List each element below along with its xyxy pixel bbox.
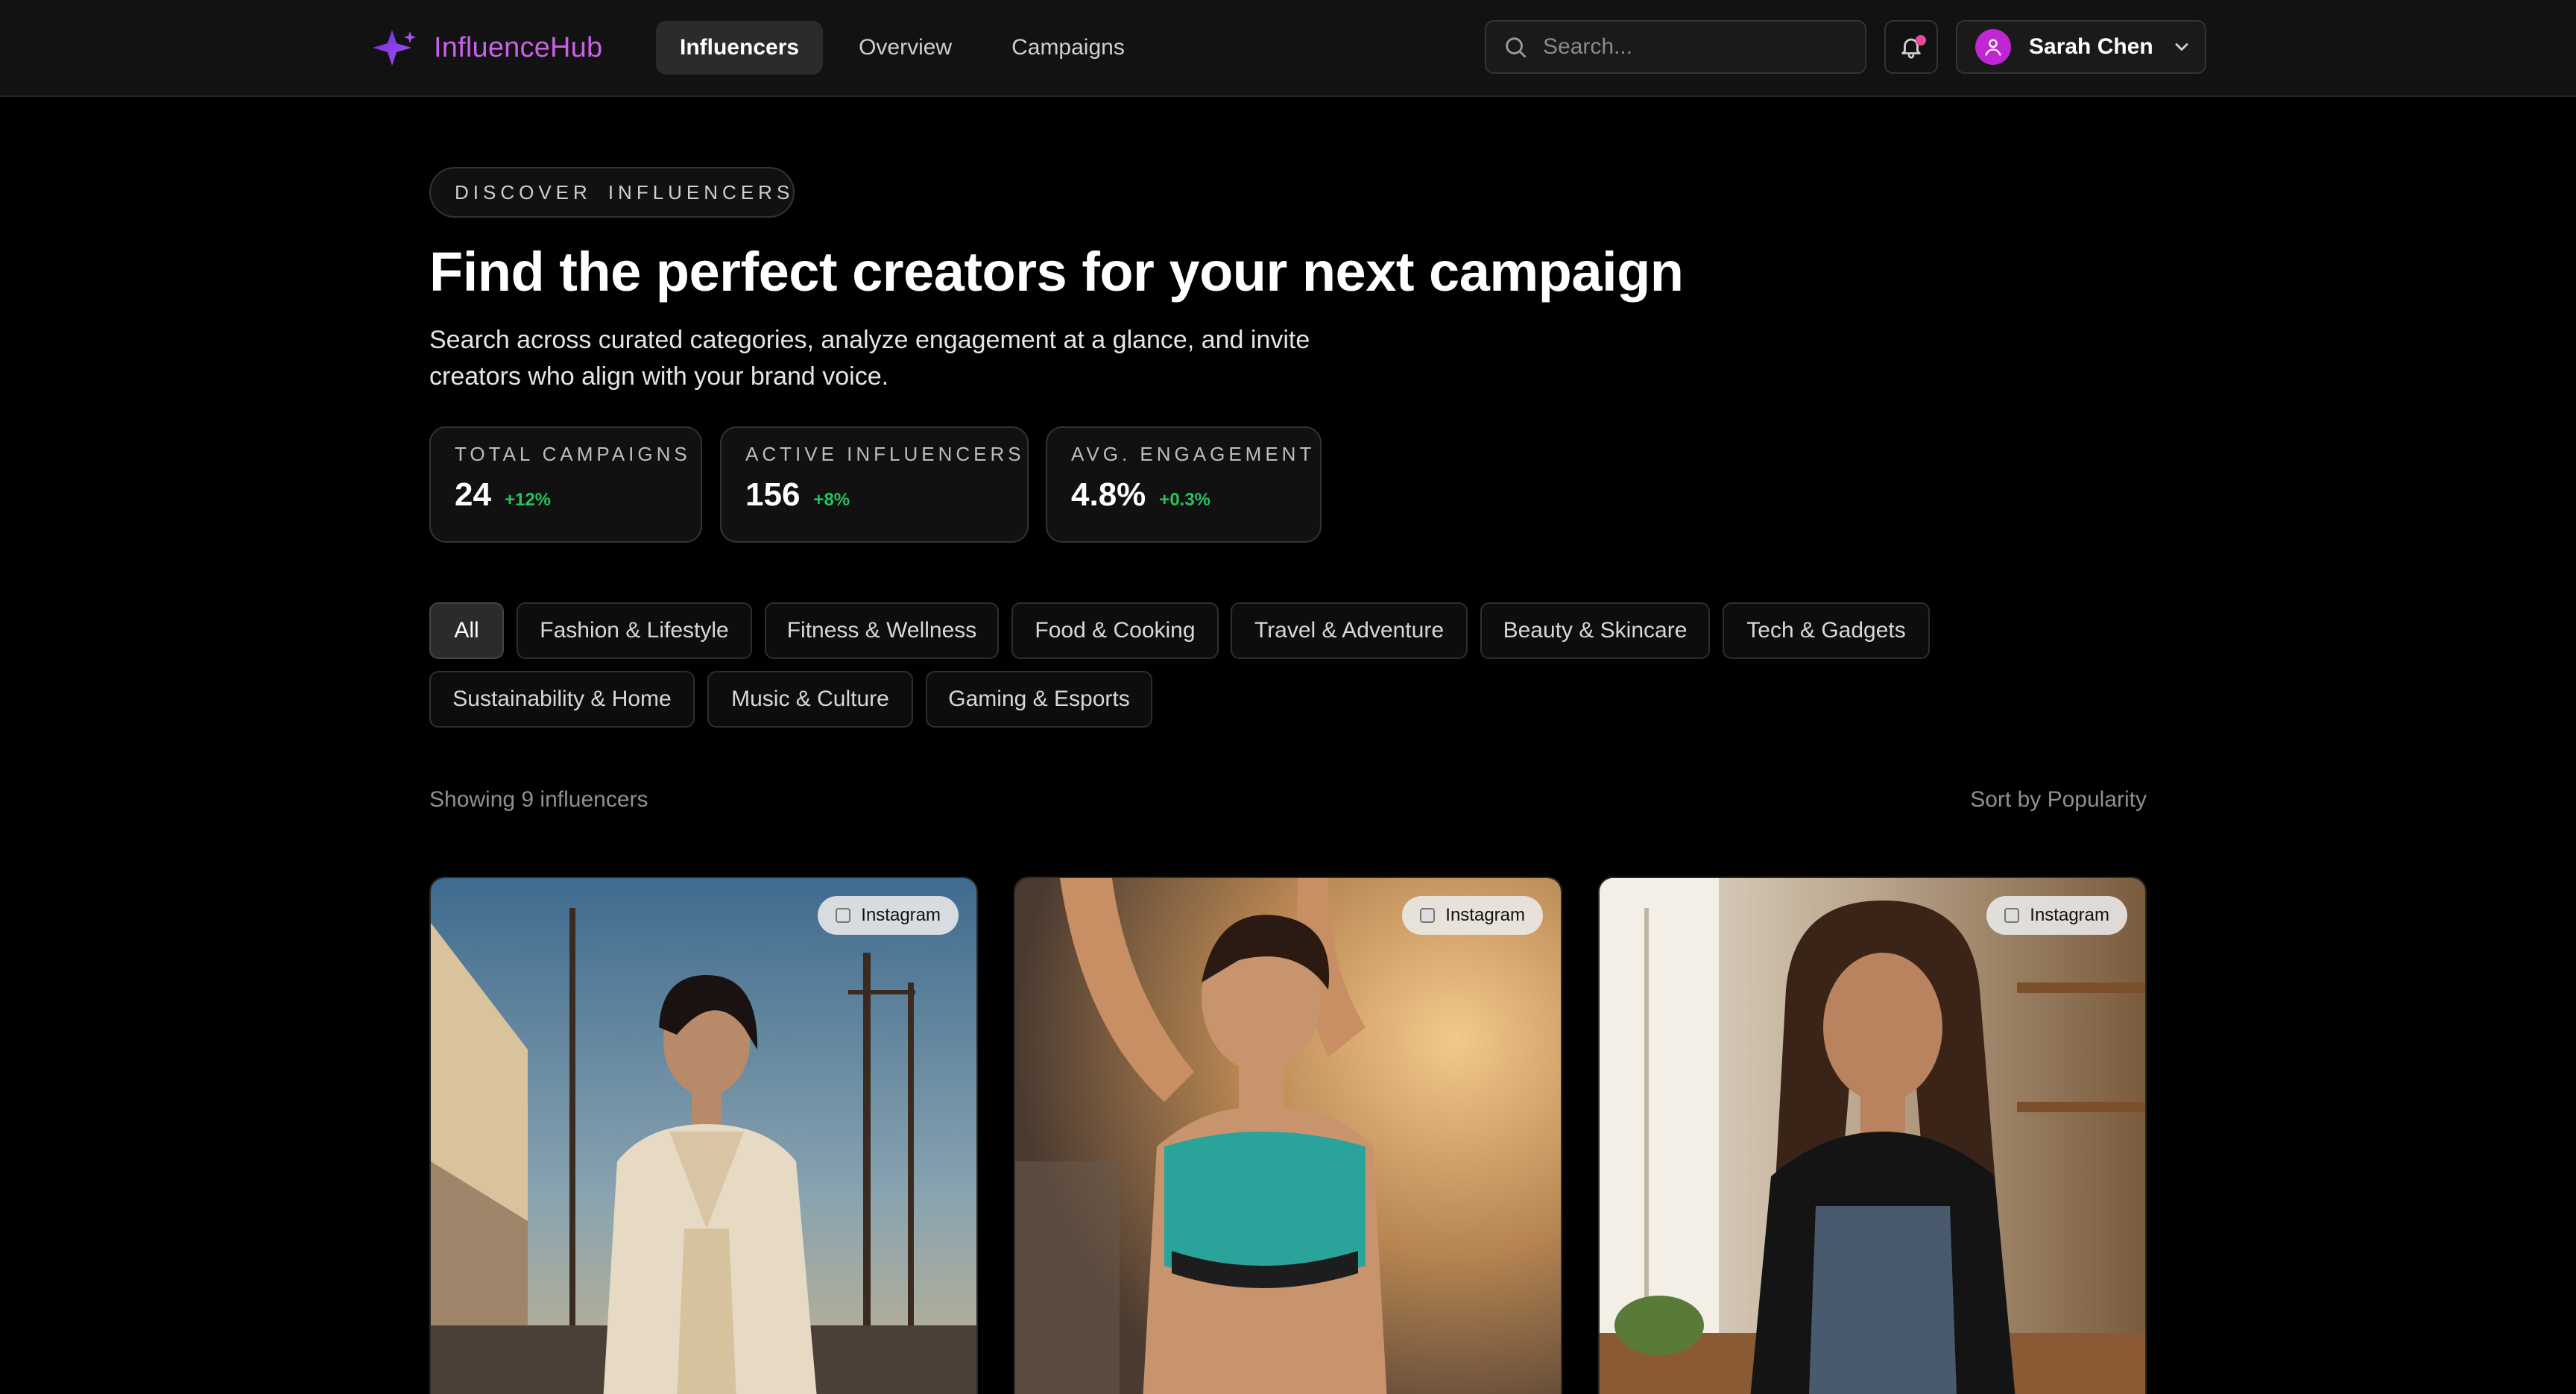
- stat-label: ACTIVE INFLUENCERS: [745, 443, 1025, 465]
- sort-dropdown[interactable]: Sort by Popularity: [1970, 787, 2147, 813]
- main-nav: Influencers Overview Campaigns: [656, 21, 1161, 75]
- influencer-card[interactable]: Instagram: [429, 877, 978, 1394]
- influencer-photo: [1015, 878, 1561, 1394]
- category-chip-travel[interactable]: Travel & Adventure: [1231, 602, 1468, 659]
- category-chip-fashion[interactable]: Fashion & Lifestyle: [517, 602, 752, 659]
- nav-link-campaigns[interactable]: Campaigns: [988, 21, 1149, 75]
- search-box: [1485, 20, 1866, 74]
- stat-label: TOTAL CAMPAIGNS: [455, 443, 691, 465]
- instagram-icon: [2004, 908, 2020, 923]
- stat-delta: +0.3%: [1159, 490, 1211, 510]
- stat-delta: +8%: [813, 490, 850, 510]
- category-chip-tech[interactable]: Tech & Gadgets: [1723, 602, 1930, 659]
- category-chip-sustainability[interactable]: Sustainability & Home: [429, 671, 695, 728]
- category-chip-food[interactable]: Food & Cooking: [1011, 602, 1219, 659]
- brand-name: InfluenceHub: [434, 31, 603, 63]
- influencer-card[interactable]: Instagram: [1598, 877, 2147, 1394]
- sparkle-logo-icon: [373, 30, 416, 66]
- stat-card-active-influencers: ACTIVE INFLUENCERS 156 +8%: [720, 426, 1029, 543]
- platform-badge: Instagram: [1986, 896, 2127, 935]
- instagram-icon: [836, 908, 851, 923]
- user-menu-button[interactable]: Sarah Chen: [1956, 20, 2206, 74]
- notification-dot: [1916, 35, 1926, 45]
- user-icon: [1985, 39, 2001, 56]
- platform-badge: Instagram: [818, 896, 959, 935]
- notifications-button[interactable]: [1884, 20, 1938, 74]
- brand-logo[interactable]: InfluenceHub: [370, 28, 602, 67]
- stat-card-total-campaigns: TOTAL CAMPAIGNS 24 +12%: [429, 426, 702, 543]
- stat-value: 4.8%: [1071, 476, 1146, 513]
- category-chip-fitness[interactable]: Fitness & Wellness: [765, 602, 999, 659]
- category-chip-beauty[interactable]: Beauty & Skincare: [1480, 602, 1710, 659]
- search-input[interactable]: [1543, 34, 1841, 60]
- category-chip-music[interactable]: Music & Culture: [707, 671, 913, 728]
- user-name: Sarah Chen: [2029, 34, 2153, 59]
- eyebrow-left: DISCOVER: [455, 180, 592, 204]
- page-subtitle: Search across curated categories, analyz…: [429, 326, 1310, 391]
- platform-label: Instagram: [2030, 905, 2109, 925]
- stat-value: 156: [745, 476, 801, 513]
- platform-label: Instagram: [1445, 905, 1525, 925]
- platform-label: Instagram: [861, 905, 941, 925]
- stat-label: AVG. ENGAGEMENT: [1071, 443, 1316, 465]
- section-eyebrow-pill: DISCOVER INFLUENCERS: [429, 167, 795, 218]
- instagram-icon: [1420, 908, 1436, 923]
- platform-badge: Instagram: [1402, 896, 1543, 935]
- stat-delta: +12%: [504, 490, 552, 510]
- category-chip-gaming[interactable]: Gaming & Esports: [926, 671, 1152, 728]
- eyebrow-right: INFLUENCERS: [607, 180, 795, 204]
- category-chip-all[interactable]: All: [429, 602, 504, 659]
- chevron-down-icon: [2175, 43, 2188, 51]
- influencer-photo: [1600, 878, 2145, 1394]
- top-navbar: InfluenceHub Influencers Overview Campai…: [0, 0, 2576, 97]
- nav-link-influencers[interactable]: Influencers: [656, 21, 824, 75]
- influencer-card[interactable]: Instagram: [1014, 877, 1562, 1394]
- avatar: [1975, 29, 2011, 65]
- search-icon: [1506, 37, 1527, 58]
- stat-card-avg-engagement: AVG. ENGAGEMENT 4.8% +0.3%: [1046, 426, 1322, 543]
- influencer-photo: [431, 878, 976, 1394]
- results-count: Showing 9 influencers: [429, 787, 648, 812]
- page-title: Find the perfect creators for your next …: [429, 241, 1684, 303]
- nav-link-overview[interactable]: Overview: [835, 21, 976, 75]
- stat-value: 24: [455, 476, 491, 513]
